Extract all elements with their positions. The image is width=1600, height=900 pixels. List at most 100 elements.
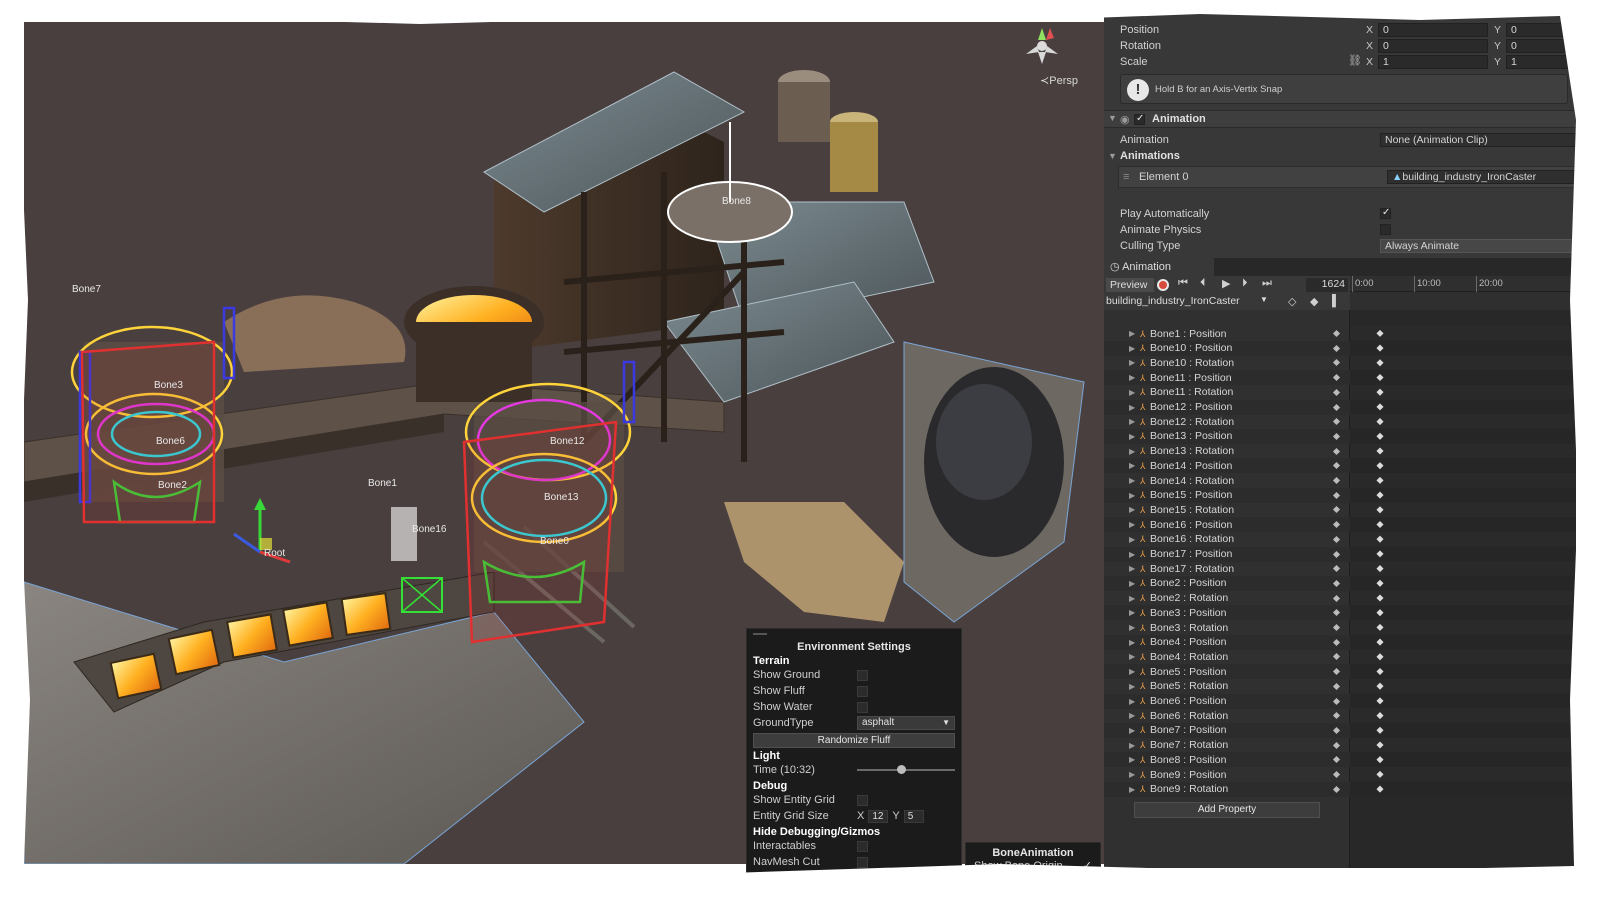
fold-arrow-icon[interactable]: ▶ bbox=[1129, 594, 1135, 603]
property-row[interactable]: ▶ ⅄ Bone4 : Rotation bbox=[1104, 649, 1350, 664]
property-row[interactable]: ▶ ⅄ Bone8 : Position bbox=[1104, 752, 1350, 768]
fold-arrow-icon[interactable]: ▶ bbox=[1129, 770, 1135, 779]
property-row[interactable]: ▶ ⅄ Bone13 : Rotation bbox=[1104, 444, 1350, 459]
rotation-y-field[interactable]: 0 bbox=[1506, 39, 1576, 53]
property-row[interactable]: ▶ ⅄ Bone13 : Position bbox=[1104, 428, 1350, 444]
property-row[interactable]: ▶ ⅄ Bone2 : Position bbox=[1104, 575, 1350, 591]
rotation-x-field[interactable]: 0 bbox=[1378, 39, 1488, 53]
show-ground-checkbox[interactable] bbox=[857, 669, 868, 681]
property-row[interactable]: ▶ ⅄ Bone11 : Position bbox=[1104, 370, 1350, 386]
property-row[interactable]: ▶ ⅄ Bone1 : Position bbox=[1104, 326, 1350, 341]
property-row[interactable]: ▶ ⅄ Bone15 : Rotation bbox=[1104, 502, 1350, 517]
fold-arrow-icon[interactable]: ▶ bbox=[1129, 491, 1135, 500]
ground-type-dropdown[interactable]: asphalt ▼ bbox=[857, 716, 955, 730]
property-row[interactable]: ▶ ⅄ Bone17 : Position bbox=[1104, 546, 1350, 562]
property-row[interactable]: ▶ ⅄ Bone5 : Rotation bbox=[1104, 679, 1350, 694]
property-row[interactable]: ▶ ⅄ Bone7 : Rotation bbox=[1104, 738, 1350, 753]
property-row[interactable]: ▶ ⅄ Bone16 : Position bbox=[1104, 517, 1350, 533]
fold-arrow-icon[interactable]: ▶ bbox=[1129, 403, 1135, 412]
fold-arrow-icon[interactable]: ▶ bbox=[1129, 638, 1135, 647]
show-water-checkbox[interactable] bbox=[857, 701, 868, 713]
property-row[interactable]: ▶ ⅄ Bone9 : Rotation bbox=[1104, 781, 1350, 797]
fold-arrow-icon[interactable]: ▶ bbox=[1129, 741, 1135, 750]
play-automatically-checkbox[interactable] bbox=[1380, 207, 1391, 219]
fold-arrow-icon[interactable]: ▶ bbox=[1129, 447, 1135, 456]
property-row[interactable]: ▶ ⅄ Bone2 : Rotation bbox=[1104, 591, 1350, 606]
property-row[interactable]: ▶ ⅄ Bone15 : Position bbox=[1104, 487, 1350, 503]
animation-clip-field[interactable]: None (Animation Clip) bbox=[1380, 133, 1576, 147]
fold-arrow-icon[interactable]: ▶ bbox=[1129, 623, 1135, 632]
event-marker-icon[interactable]: ▌ bbox=[1332, 295, 1340, 307]
fold-arrow-icon[interactable]: ▶ bbox=[1129, 608, 1135, 617]
property-row[interactable]: ▶ ⅄ Bone10 : Position bbox=[1104, 340, 1350, 356]
orientation-gizmo-icon[interactable] bbox=[1020, 24, 1064, 68]
summary-keyframes[interactable] bbox=[1350, 292, 1576, 310]
fold-arrow-icon[interactable]: ▶ bbox=[1129, 697, 1135, 706]
record-button[interactable] bbox=[1157, 279, 1169, 291]
animation-component-header[interactable]: ▼ ◉ Animation bbox=[1104, 110, 1576, 128]
next-keyframe-icon[interactable]: ⏵ bbox=[1242, 277, 1248, 290]
fold-arrow-icon[interactable]: ▶ bbox=[1129, 785, 1135, 794]
property-row[interactable]: ▶ ⅄ Bone3 : Rotation bbox=[1104, 620, 1350, 635]
animate-physics-checkbox[interactable] bbox=[1380, 224, 1391, 235]
prev-keyframe-icon[interactable]: ⏴ bbox=[1200, 277, 1206, 290]
property-row[interactable]: ▶ ⅄ Bone16 : Rotation bbox=[1104, 532, 1350, 547]
scale-y-field[interactable]: 1 bbox=[1506, 55, 1576, 69]
fold-arrow-icon[interactable]: ▶ bbox=[1129, 652, 1135, 661]
fold-arrow-icon[interactable]: ▶ bbox=[1129, 667, 1135, 676]
fold-arrow-icon[interactable]: ▶ bbox=[1129, 344, 1135, 353]
fold-arrow-icon[interactable]: ▶ bbox=[1129, 505, 1135, 514]
clip-selector[interactable]: building_industry_IronCaster ▼ bbox=[1106, 295, 1268, 309]
projection-toggle[interactable]: ≺Persp bbox=[1040, 74, 1078, 87]
fold-arrow-icon[interactable]: ▶ bbox=[1129, 476, 1135, 485]
property-row[interactable]: ▶ ⅄ Bone3 : Position bbox=[1104, 605, 1350, 621]
fold-arrow-icon[interactable]: ▶ bbox=[1129, 388, 1135, 397]
fold-arrow-icon[interactable]: ▼ bbox=[1108, 151, 1117, 161]
scale-x-field[interactable]: 1 bbox=[1378, 55, 1488, 69]
fold-arrow-icon[interactable]: ▶ bbox=[1129, 682, 1135, 691]
slider-knob[interactable] bbox=[897, 765, 907, 774]
show-fluff-checkbox[interactable] bbox=[857, 685, 868, 697]
fold-arrow-icon[interactable]: ▶ bbox=[1129, 726, 1135, 735]
add-keyframe-icon[interactable]: ◇ bbox=[1288, 295, 1296, 308]
timeline-ruler[interactable]: 0:00 10:00 20:00 bbox=[1350, 276, 1576, 292]
property-row[interactable]: ▶ ⅄ Bone6 : Position bbox=[1104, 693, 1350, 709]
grid-x-input[interactable]: 12 bbox=[868, 809, 889, 823]
fold-arrow-icon[interactable]: ▶ bbox=[1129, 432, 1135, 441]
property-row[interactable]: ▶ ⅄ Bone17 : Rotation bbox=[1104, 561, 1350, 576]
fold-arrow-icon[interactable]: ▶ bbox=[1129, 417, 1135, 426]
interactables-checkbox[interactable] bbox=[857, 840, 868, 852]
property-row[interactable]: ▶ ⅄ Bone11 : Rotation bbox=[1104, 385, 1350, 400]
position-y-field[interactable]: 0 bbox=[1506, 23, 1576, 37]
preview-button[interactable]: Preview bbox=[1106, 278, 1154, 292]
randomize-fluff-button[interactable]: Randomize Fluff bbox=[753, 733, 955, 748]
fold-arrow-icon[interactable]: ▶ bbox=[1129, 755, 1135, 764]
grid-y-input[interactable]: 5 bbox=[903, 809, 924, 823]
add-event-icon[interactable]: ◆ bbox=[1310, 295, 1318, 308]
element0-clip-field[interactable]: ▲building_industry_IronCaster bbox=[1387, 170, 1576, 184]
navmesh-cut-checkbox[interactable] bbox=[857, 856, 868, 868]
property-row[interactable]: ▶ ⅄ Bone14 : Rotation bbox=[1104, 473, 1350, 488]
property-row[interactable]: ▶ ⅄ Bone10 : Rotation bbox=[1104, 355, 1350, 370]
culling-type-dropdown[interactable]: Always Animate bbox=[1380, 239, 1576, 253]
show-bone-origin-checkbox[interactable]: ✓ bbox=[1083, 859, 1092, 872]
property-row[interactable]: ▶ ⅄ Bone9 : Position bbox=[1104, 767, 1350, 782]
position-x-field[interactable]: 0 bbox=[1378, 23, 1488, 37]
time-slider[interactable] bbox=[857, 765, 955, 774]
tab-animation[interactable]: ◷ Animation bbox=[1104, 258, 1214, 276]
fold-arrow-icon[interactable]: ▶ bbox=[1129, 550, 1135, 559]
drag-handle-icon[interactable]: ≡ bbox=[1123, 171, 1129, 183]
property-row[interactable]: ▶ ⅄ Bone12 : Position bbox=[1104, 399, 1350, 415]
fold-arrow-icon[interactable]: ▶ bbox=[1129, 535, 1135, 544]
last-keyframe-icon[interactable]: ⏭ bbox=[1262, 277, 1272, 290]
add-property-button[interactable]: Add Property bbox=[1134, 802, 1320, 818]
property-row[interactable]: ▶ ⅄ Bone7 : Position bbox=[1104, 722, 1350, 738]
fold-arrow-icon[interactable]: ▶ bbox=[1129, 329, 1135, 338]
fold-arrow-icon[interactable]: ▶ bbox=[1129, 711, 1135, 720]
fold-arrow-icon[interactable]: ▼ bbox=[1108, 113, 1117, 123]
property-row[interactable]: ▶ ⅄ Bone4 : Position bbox=[1104, 634, 1350, 650]
fold-arrow-icon[interactable]: ▶ bbox=[1129, 564, 1135, 573]
show-entity-grid-checkbox[interactable] bbox=[857, 794, 868, 806]
property-row[interactable]: ▶ ⅄ Bone6 : Rotation bbox=[1104, 708, 1350, 723]
constrain-scale-icon[interactable]: ⛓ bbox=[1348, 54, 1362, 67]
